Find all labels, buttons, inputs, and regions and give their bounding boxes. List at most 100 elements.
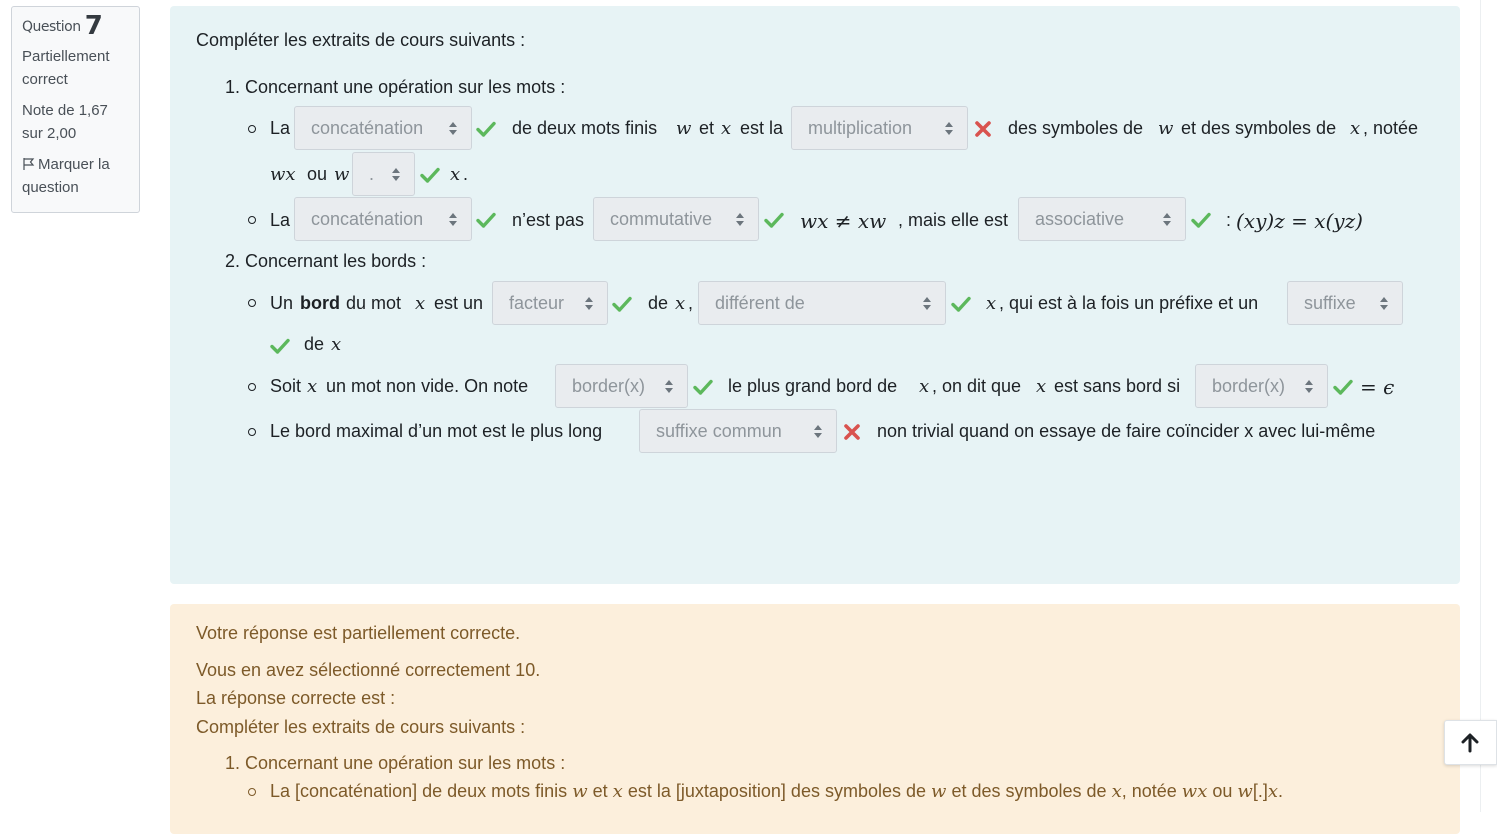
question-intro: Compléter les extraits de cours suivants… (196, 30, 526, 50)
text: . (463, 164, 469, 184)
select-arrows-icon (392, 168, 400, 181)
flag-question-button[interactable]: Marquer la question (22, 153, 129, 199)
select-value: suffixe commun (656, 421, 782, 441)
select-value: associative (1035, 209, 1125, 229)
text: , on dit que (932, 376, 1022, 396)
question-number-value: 7 (84, 11, 103, 41)
select-factor[interactable]: facteur (492, 281, 608, 325)
text: , notée (1363, 118, 1419, 138)
text: . (1278, 781, 1284, 801)
select-value: concaténation (311, 209, 424, 229)
text: [.] (1252, 781, 1268, 801)
math-x: x (675, 293, 686, 314)
math-x: x (721, 118, 732, 139)
select-value: multiplication (808, 118, 913, 138)
math-w: w (1158, 118, 1174, 139)
check-icon (764, 210, 784, 230)
math-w: w (676, 118, 692, 139)
select-arrows-icon (585, 297, 593, 310)
question-grade: Note de 1,67 sur 2,00 (22, 102, 108, 142)
select-property-2[interactable]: associative (1018, 197, 1186, 241)
select-operator[interactable]: . (352, 152, 415, 196)
math-w: w (931, 781, 947, 802)
math-x: x (307, 376, 318, 397)
check-icon (693, 377, 713, 397)
text: Le bord maximal d’un mot est le plus lon… (270, 421, 603, 441)
check-icon (270, 336, 290, 356)
select-property-1[interactable]: commutative (593, 197, 759, 241)
select-operation[interactable]: concaténation (294, 106, 472, 150)
select-border-2[interactable]: border(x) (1195, 364, 1328, 408)
select-longest[interactable]: suffixe commun (639, 409, 837, 453)
math-x: x (1350, 118, 1361, 139)
feedback-panel: Votre réponse est partiellement correcte… (170, 604, 1460, 834)
text: Un (270, 293, 294, 313)
text: : (1226, 210, 1232, 230)
back-to-top-button[interactable] (1444, 720, 1497, 765)
check-icon (612, 294, 632, 314)
text: des symboles de (1008, 118, 1144, 138)
select-arrows-icon (923, 297, 931, 310)
text: est la (740, 118, 784, 138)
check-icon (476, 210, 496, 230)
text: n’est pas (512, 210, 585, 230)
text: La (270, 210, 291, 230)
feedback-line: La [concaténation] de deux mots finis w … (270, 781, 1283, 802)
math-wx: wx (270, 164, 296, 185)
feedback-status: Votre réponse est partiellement correcte… (196, 623, 521, 643)
select-arrows-icon (945, 122, 953, 135)
text: non trivial quand on essaye de faire coï… (877, 421, 1376, 441)
select-value: différent de (715, 293, 805, 313)
text: de deux mots finis (512, 118, 658, 138)
select-arrows-icon (1163, 213, 1171, 226)
bullet (248, 788, 256, 796)
select-arrows-icon (665, 380, 673, 393)
text: est un (434, 293, 484, 313)
question-label: Question (22, 19, 81, 35)
section1-title: 1. Concernant une opération sur les mots… (225, 77, 566, 97)
math-x: x (612, 781, 623, 802)
text-bold-bord: bord (300, 293, 340, 313)
check-icon (951, 294, 971, 314)
text: ou (1212, 781, 1233, 801)
math-wx-neq-xw: wx ≠ xw (800, 209, 887, 233)
feedback-count: Vous en avez sélectionné correctement 10… (196, 660, 541, 680)
text: Soit (270, 376, 302, 396)
math-w: w (1237, 781, 1253, 802)
check-icon (420, 165, 440, 185)
question-number: Question 7 (22, 13, 129, 39)
text: et des symboles de (1181, 118, 1337, 138)
text: , notée (1121, 781, 1177, 801)
select-result[interactable]: multiplication (791, 106, 968, 150)
text: du mot (346, 293, 402, 313)
select-relation[interactable]: différent de (698, 281, 946, 325)
bullet (248, 125, 256, 133)
text: , mais elle est (898, 210, 1009, 230)
select-value: concaténation (311, 118, 424, 138)
text: est sans bord si (1054, 376, 1181, 396)
text: et (592, 781, 608, 801)
math-x: x (1267, 781, 1279, 802)
arrow-up-icon (1461, 733, 1479, 753)
select-operation-2[interactable]: concaténation (294, 197, 472, 241)
select-value: facteur (509, 293, 565, 313)
text: , qui est à la fois un préfixe et un (999, 293, 1259, 313)
text: ou (307, 164, 328, 184)
text: est la [juxtaposition] des symboles de (627, 781, 927, 801)
math-eq-epsilon: = ϵ (1360, 375, 1395, 399)
text: le plus grand bord de (728, 376, 898, 396)
select-border-1[interactable]: border(x) (555, 364, 688, 408)
section2-title: 2. Concernant les bords : (225, 251, 427, 271)
select-affix[interactable]: suffixe (1287, 281, 1403, 325)
math-w: w (572, 781, 588, 802)
math-x: x (1111, 781, 1122, 802)
select-value: suffixe (1304, 293, 1356, 313)
text: , (688, 293, 694, 313)
feedback-correct-label: La réponse correcte est : (196, 688, 396, 708)
scrollbar-track[interactable] (1480, 0, 1481, 812)
text: de (648, 293, 669, 313)
feedback-intro: Compléter les extraits de cours suivants… (196, 717, 526, 737)
select-arrows-icon (1380, 297, 1388, 310)
question-panel: Compléter les extraits de cours suivants… (170, 6, 1460, 584)
feedback-section1-title: 1. Concernant une opération sur les mots… (225, 753, 566, 773)
